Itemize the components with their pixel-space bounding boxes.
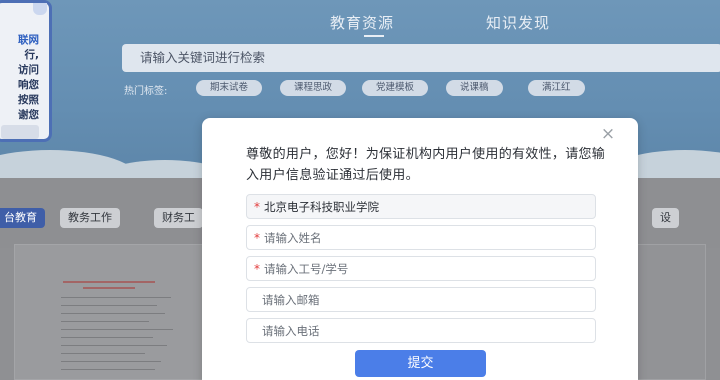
doc-thumb-line [61, 305, 157, 306]
verification-message: 尊敬的用户，您好！为保证机构内用户使用的有效性，请您输入用户信息验证通过后使用。 [246, 147, 606, 183]
doc-thumb-subtitle [83, 287, 135, 289]
side-notice-line: 按照 [18, 94, 39, 106]
phone-field[interactable] [246, 318, 596, 343]
active-tab-indicator [364, 35, 384, 37]
tab-education-resources[interactable]: 教育资源 [330, 12, 394, 33]
document-thumbnail[interactable] [636, 244, 706, 380]
document-thumbnail[interactable] [14, 244, 206, 380]
doc-thumb-line [61, 345, 167, 346]
side-notice-badge [33, 3, 47, 15]
search-input[interactable]: 请输入关键词进行检索 [122, 44, 720, 72]
doc-thumb-line [61, 353, 145, 354]
doc-thumb-line [61, 369, 155, 370]
hot-tag[interactable]: 满江红 [528, 80, 585, 96]
required-mark: * [254, 261, 260, 276]
email-field[interactable] [246, 287, 596, 312]
phone-input[interactable] [262, 319, 595, 342]
close-icon[interactable]: × [598, 124, 618, 144]
doc-thumb-line [61, 361, 161, 362]
submit-button[interactable]: 提交 [355, 350, 486, 377]
category-pill[interactable]: 教务工作 [60, 208, 120, 228]
email-input[interactable] [262, 288, 595, 311]
user-verification-dialog: × 尊敬的用户，您好！为保证机构内用户使用的有效性，请您输入用户信息验证通过后使… [202, 118, 638, 380]
category-pill-active[interactable]: 台教育 [0, 208, 45, 228]
side-notice-line: 行, [24, 49, 40, 61]
doc-thumb-line [61, 337, 153, 338]
side-notice-card: 联网 行, 访问 响您 按照 谢您 [0, 0, 52, 142]
name-input[interactable] [264, 226, 595, 249]
side-notice-button[interactable] [1, 125, 39, 139]
hot-tag[interactable]: 期末试卷 [196, 80, 263, 96]
hot-tag[interactable]: 课程思政 [280, 80, 347, 96]
hot-tags-label: 热门标签: [124, 86, 168, 97]
doc-thumb-line [61, 297, 171, 298]
doc-thumb-line [61, 313, 165, 314]
tab-knowledge-discovery[interactable]: 知识发现 [486, 12, 550, 33]
required-mark: * [254, 199, 260, 214]
doc-thumb-title [63, 281, 155, 283]
side-notice-line: 谢您 [18, 109, 39, 121]
side-notice-text: 联网 行, 访问 响您 按照 谢您 [0, 33, 39, 123]
id-number-field[interactable]: * [246, 256, 596, 281]
id-number-input[interactable] [264, 257, 595, 280]
category-pill[interactable]: 财务工 [154, 208, 203, 228]
side-notice-line: 访问 [18, 64, 39, 76]
category-pill[interactable]: 设 [652, 208, 679, 228]
side-notice-line: 响您 [18, 79, 39, 91]
doc-thumb-line [61, 329, 173, 330]
side-notice-line: 联网 [18, 34, 39, 46]
institution-field[interactable]: * [246, 194, 596, 219]
institution-input[interactable] [264, 195, 595, 218]
doc-thumb-line [61, 321, 149, 322]
required-mark: * [254, 230, 260, 245]
name-field[interactable]: * [246, 225, 596, 250]
hot-tag[interactable]: 党建模板 [362, 80, 429, 96]
hot-tag[interactable]: 说课稿 [446, 80, 503, 96]
